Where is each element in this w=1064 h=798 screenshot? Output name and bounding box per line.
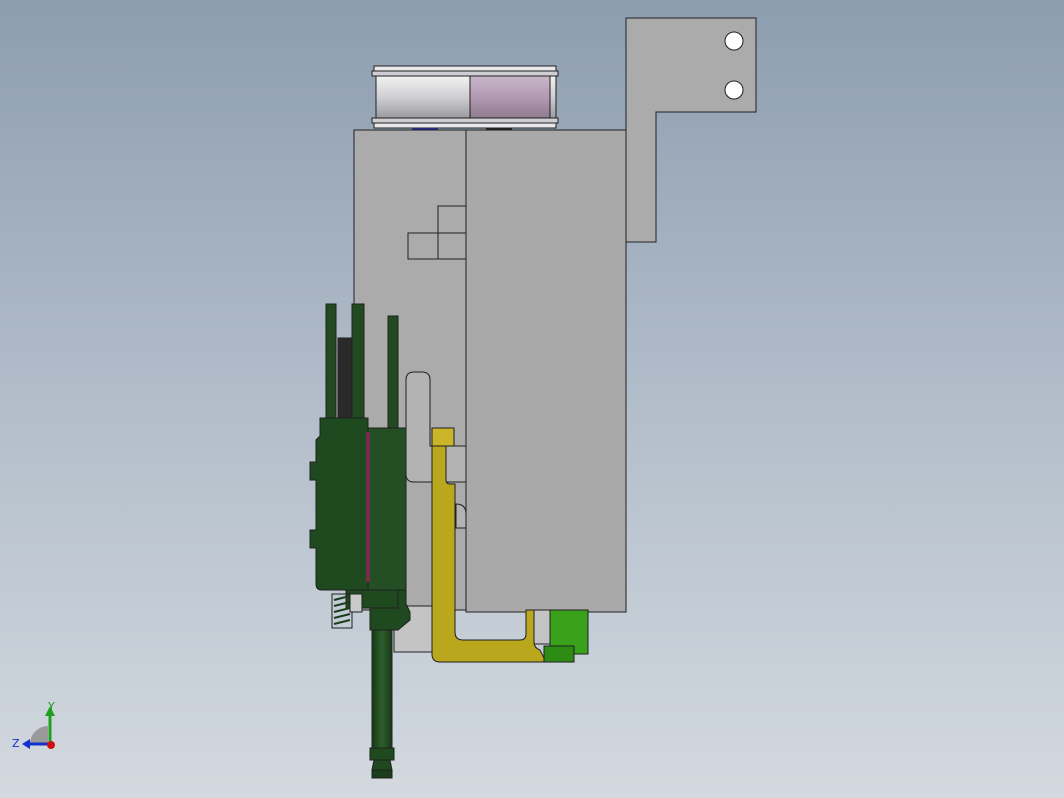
gripper-accent [366,432,370,582]
shaft [371,629,393,749]
mounting-hole-top [724,31,744,51]
z-axis-head [22,739,30,749]
lower-block-slot [531,609,551,645]
green-connector-base [543,645,575,663]
y-axis-label: Y [47,700,55,713]
nozzle-tip [371,769,393,779]
lever-notch [455,503,467,529]
guide-rod-right [387,315,399,429]
mounting-hole-bottom [724,80,744,100]
guide-rod-left [325,303,337,419]
front-housing [465,129,627,613]
orientation-triad: Y Z [12,700,55,750]
gripper-plate [367,427,407,591]
x-axis-dot [47,741,55,749]
suction-nozzle [371,759,393,771]
nozzle-collar [369,747,395,761]
z-axis-label: Z [12,737,20,750]
spring-cap [349,593,363,613]
cad-viewport[interactable]: Y Z [0,0,1064,798]
cad-model-view: Y Z [12,17,757,779]
mounting-bracket [625,17,757,243]
rod-backing [337,337,353,419]
top-roller [371,65,559,131]
guide-rod-mid [351,303,365,419]
triad-quadrant [30,726,48,744]
yellow-bracket-top [431,427,455,447]
